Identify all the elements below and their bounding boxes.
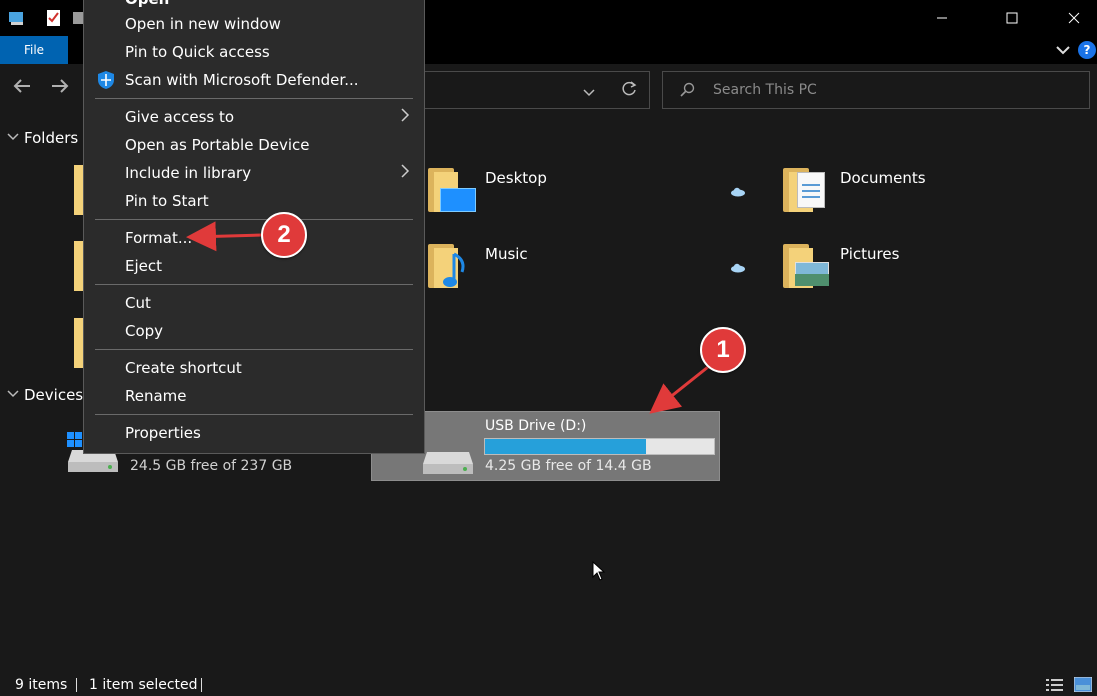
annotation-badge-1: 1 [700, 327, 746, 373]
details-view-icon[interactable] [1046, 678, 1064, 696]
status-divider [201, 678, 202, 692]
status-selection: 1 item selected [89, 677, 198, 693]
annotation-arrows [186, 221, 709, 414]
annotation-badge-2: 2 [261, 212, 307, 258]
large-icons-view-icon[interactable] [1073, 676, 1093, 696]
annotation-arrow-2 [186, 221, 263, 252]
mouse-cursor-icon [592, 560, 606, 585]
annotation-arrow-1 [649, 365, 709, 414]
status-divider [76, 678, 77, 692]
status-bar: 9 items 1 item selected [0, 670, 1097, 696]
status-item-count: 9 items [15, 677, 68, 693]
